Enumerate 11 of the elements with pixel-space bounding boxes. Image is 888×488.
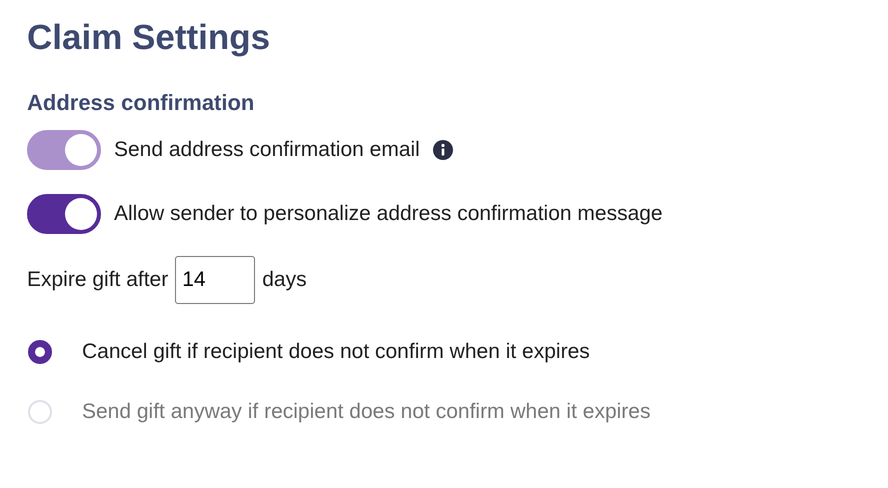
radio-label: Cancel gift if recipient does not confirm when it expires [82,340,590,364]
page-title: Claim Settings [27,18,272,58]
days-label: days [262,268,307,292]
section-heading: Address confirmation [27,90,256,116]
toggle-switch[interactable] [27,194,101,234]
toggle-label: Allow sender to personalize address confirmation message [114,202,663,226]
radio-button[interactable] [28,340,52,364]
days-input[interactable]: 14 [175,256,256,304]
radio-label: Send gift anyway if recipient does not confirm when it expires [82,400,650,424]
toggle-label: Send address confirmation email [114,138,420,162]
expire-label: Expire gift after [27,268,168,292]
